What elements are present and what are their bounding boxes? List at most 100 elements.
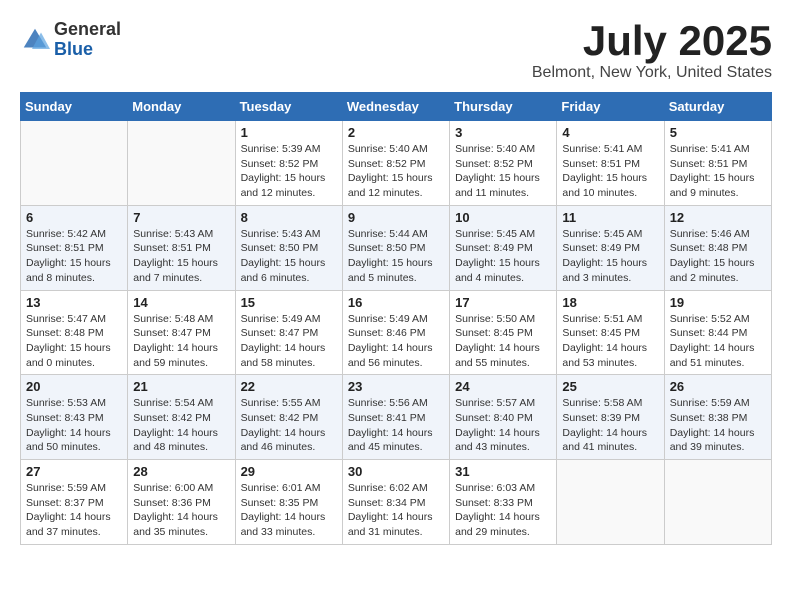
day-number: 7 bbox=[133, 210, 229, 225]
day-info: Sunrise: 5:40 AM Sunset: 8:52 PM Dayligh… bbox=[455, 142, 551, 201]
day-info: Sunrise: 5:49 AM Sunset: 8:47 PM Dayligh… bbox=[241, 312, 337, 371]
calendar-day-cell: 28 Sunrise: 6:00 AM Sunset: 8:36 PM Dayli… bbox=[128, 460, 235, 545]
day-number: 2 bbox=[348, 125, 444, 140]
weekday-header: Sunday bbox=[21, 93, 128, 121]
day-info: Sunrise: 5:41 AM Sunset: 8:51 PM Dayligh… bbox=[670, 142, 766, 201]
weekday-header-row: SundayMondayTuesdayWednesdayThursdayFrid… bbox=[21, 93, 772, 121]
calendar-day-cell: 25 Sunrise: 5:58 AM Sunset: 8:39 PM Dayli… bbox=[557, 375, 664, 460]
calendar-week-row: 1Sunrise: 5:39 AM Sunset: 8:52 PM Daylig… bbox=[21, 121, 772, 206]
weekday-header: Thursday bbox=[450, 93, 557, 121]
day-number: 13 bbox=[26, 295, 122, 310]
calendar-week-row: 20 Sunrise: 5:53 AM Sunset: 8:43 PM Dayli… bbox=[21, 375, 772, 460]
day-info: Sunrise: 5:51 AM Sunset: 8:45 PM Dayligh… bbox=[562, 312, 658, 371]
page-header: General Blue July 2025 Belmont, New York… bbox=[20, 20, 772, 82]
calendar-day-cell: 15 Sunrise: 5:49 AM Sunset: 8:47 PM Dayli… bbox=[235, 290, 342, 375]
day-info: Sunrise: 5:49 AM Sunset: 8:46 PM Dayligh… bbox=[348, 312, 444, 371]
day-number: 20 bbox=[26, 379, 122, 394]
day-number: 9 bbox=[348, 210, 444, 225]
day-number: 23 bbox=[348, 379, 444, 394]
calendar-day-cell bbox=[664, 460, 771, 545]
weekday-header: Friday bbox=[557, 93, 664, 121]
calendar-day-cell: 21Sunrise: 5:54 AM Sunset: 8:42 PM Dayli… bbox=[128, 375, 235, 460]
day-info: Sunrise: 5:56 AM Sunset: 8:41 PM Dayligh… bbox=[348, 396, 444, 455]
calendar-day-cell bbox=[21, 121, 128, 206]
day-info: Sunrise: 5:59 AM Sunset: 8:38 PM Dayligh… bbox=[670, 396, 766, 455]
weekday-header: Saturday bbox=[664, 93, 771, 121]
day-number: 31 bbox=[455, 464, 551, 479]
day-info: Sunrise: 6:01 AM Sunset: 8:35 PM Dayligh… bbox=[241, 481, 337, 540]
calendar-day-cell: 16Sunrise: 5:49 AM Sunset: 8:46 PM Dayli… bbox=[342, 290, 449, 375]
day-info: Sunrise: 5:43 AM Sunset: 8:50 PM Dayligh… bbox=[241, 227, 337, 286]
day-number: 8 bbox=[241, 210, 337, 225]
day-info: Sunrise: 5:44 AM Sunset: 8:50 PM Dayligh… bbox=[348, 227, 444, 286]
logo-icon bbox=[20, 25, 50, 55]
day-number: 5 bbox=[670, 125, 766, 140]
calendar-day-cell: 3Sunrise: 5:40 AM Sunset: 8:52 PM Daylig… bbox=[450, 121, 557, 206]
calendar-day-cell: 14Sunrise: 5:48 AM Sunset: 8:47 PM Dayli… bbox=[128, 290, 235, 375]
day-info: Sunrise: 6:02 AM Sunset: 8:34 PM Dayligh… bbox=[348, 481, 444, 540]
day-number: 4 bbox=[562, 125, 658, 140]
day-number: 27 bbox=[26, 464, 122, 479]
day-number: 18 bbox=[562, 295, 658, 310]
day-info: Sunrise: 5:41 AM Sunset: 8:51 PM Dayligh… bbox=[562, 142, 658, 201]
day-number: 6 bbox=[26, 210, 122, 225]
day-number: 26 bbox=[670, 379, 766, 394]
calendar-week-row: 13Sunrise: 5:47 AM Sunset: 8:48 PM Dayli… bbox=[21, 290, 772, 375]
title-block: July 2025 Belmont, New York, United Stat… bbox=[532, 20, 772, 82]
day-info: Sunrise: 5:45 AM Sunset: 8:49 PM Dayligh… bbox=[455, 227, 551, 286]
calendar-week-row: 27Sunrise: 5:59 AM Sunset: 8:37 PM Dayli… bbox=[21, 460, 772, 545]
day-number: 22 bbox=[241, 379, 337, 394]
day-number: 11 bbox=[562, 210, 658, 225]
calendar-day-cell: 26 Sunrise: 5:59 AM Sunset: 8:38 PM Dayli… bbox=[664, 375, 771, 460]
day-info: Sunrise: 5:54 AM Sunset: 8:42 PM Dayligh… bbox=[133, 396, 229, 455]
month-title: July 2025 bbox=[532, 20, 772, 62]
calendar-day-cell: 6Sunrise: 5:42 AM Sunset: 8:51 PM Daylig… bbox=[21, 205, 128, 290]
logo-general: General bbox=[54, 20, 121, 40]
day-number: 28 bbox=[133, 464, 229, 479]
logo-text: General Blue bbox=[54, 20, 121, 60]
calendar-day-cell: 22Sunrise: 5:55 AM Sunset: 8:42 PM Dayli… bbox=[235, 375, 342, 460]
day-info: Sunrise: 5:50 AM Sunset: 8:45 PM Dayligh… bbox=[455, 312, 551, 371]
day-info: Sunrise: 5:43 AM Sunset: 8:51 PM Dayligh… bbox=[133, 227, 229, 286]
calendar-day-cell: 2 Sunrise: 5:40 AM Sunset: 8:52 PM Daylig… bbox=[342, 121, 449, 206]
day-number: 24 bbox=[455, 379, 551, 394]
calendar-day-cell: 31 Sunrise: 6:03 AM Sunset: 8:33 PM Dayli… bbox=[450, 460, 557, 545]
calendar-table: SundayMondayTuesdayWednesdayThursdayFrid… bbox=[20, 92, 772, 545]
day-number: 29 bbox=[241, 464, 337, 479]
calendar-day-cell: 27Sunrise: 5:59 AM Sunset: 8:37 PM Dayli… bbox=[21, 460, 128, 545]
day-number: 30 bbox=[348, 464, 444, 479]
calendar-week-row: 6Sunrise: 5:42 AM Sunset: 8:51 PM Daylig… bbox=[21, 205, 772, 290]
calendar-day-cell: 20 Sunrise: 5:53 AM Sunset: 8:43 PM Dayli… bbox=[21, 375, 128, 460]
calendar-day-cell: 11 Sunrise: 5:45 AM Sunset: 8:49 PM Dayli… bbox=[557, 205, 664, 290]
logo: General Blue bbox=[20, 20, 121, 60]
calendar-day-cell: 1Sunrise: 5:39 AM Sunset: 8:52 PM Daylig… bbox=[235, 121, 342, 206]
calendar-day-cell: 23 Sunrise: 5:56 AM Sunset: 8:41 PM Dayli… bbox=[342, 375, 449, 460]
day-info: Sunrise: 6:03 AM Sunset: 8:33 PM Dayligh… bbox=[455, 481, 551, 540]
day-info: Sunrise: 5:40 AM Sunset: 8:52 PM Dayligh… bbox=[348, 142, 444, 201]
weekday-header: Wednesday bbox=[342, 93, 449, 121]
calendar-day-cell: 17 Sunrise: 5:50 AM Sunset: 8:45 PM Dayli… bbox=[450, 290, 557, 375]
calendar-day-cell: 19 Sunrise: 5:52 AM Sunset: 8:44 PM Dayli… bbox=[664, 290, 771, 375]
day-info: Sunrise: 5:58 AM Sunset: 8:39 PM Dayligh… bbox=[562, 396, 658, 455]
day-number: 14 bbox=[133, 295, 229, 310]
day-info: Sunrise: 5:46 AM Sunset: 8:48 PM Dayligh… bbox=[670, 227, 766, 286]
calendar-day-cell: 18 Sunrise: 5:51 AM Sunset: 8:45 PM Dayli… bbox=[557, 290, 664, 375]
day-number: 17 bbox=[455, 295, 551, 310]
day-info: Sunrise: 6:00 AM Sunset: 8:36 PM Dayligh… bbox=[133, 481, 229, 540]
day-number: 25 bbox=[562, 379, 658, 394]
day-info: Sunrise: 5:39 AM Sunset: 8:52 PM Dayligh… bbox=[241, 142, 337, 201]
calendar-day-cell: 8 Sunrise: 5:43 AM Sunset: 8:50 PM Daylig… bbox=[235, 205, 342, 290]
day-info: Sunrise: 5:45 AM Sunset: 8:49 PM Dayligh… bbox=[562, 227, 658, 286]
day-info: Sunrise: 5:57 AM Sunset: 8:40 PM Dayligh… bbox=[455, 396, 551, 455]
calendar-day-cell: 29 Sunrise: 6:01 AM Sunset: 8:35 PM Dayli… bbox=[235, 460, 342, 545]
location-title: Belmont, New York, United States bbox=[532, 64, 772, 82]
day-info: Sunrise: 5:53 AM Sunset: 8:43 PM Dayligh… bbox=[26, 396, 122, 455]
day-number: 15 bbox=[241, 295, 337, 310]
calendar-day-cell bbox=[557, 460, 664, 545]
day-info: Sunrise: 5:52 AM Sunset: 8:44 PM Dayligh… bbox=[670, 312, 766, 371]
day-number: 19 bbox=[670, 295, 766, 310]
calendar-day-cell: 4 Sunrise: 5:41 AM Sunset: 8:51 PM Daylig… bbox=[557, 121, 664, 206]
calendar-day-cell: 7 Sunrise: 5:43 AM Sunset: 8:51 PM Daylig… bbox=[128, 205, 235, 290]
calendar-day-cell: 30 Sunrise: 6:02 AM Sunset: 8:34 PM Dayli… bbox=[342, 460, 449, 545]
calendar-day-cell: 5 Sunrise: 5:41 AM Sunset: 8:51 PM Daylig… bbox=[664, 121, 771, 206]
